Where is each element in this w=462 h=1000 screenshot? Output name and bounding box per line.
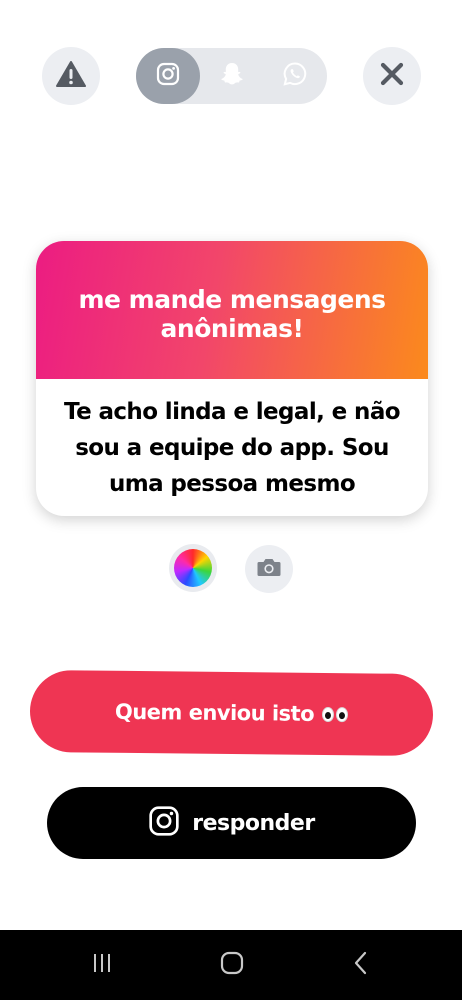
- who-sent-label: Quem enviou isto: [114, 699, 315, 726]
- message-card: me mande mensagens anônimas! Te acho lin…: [36, 241, 428, 516]
- home-icon: [219, 950, 245, 980]
- message-text: Te acho linda e legal, e não sou a equip…: [64, 398, 401, 497]
- platform-snapchat[interactable]: [200, 48, 263, 104]
- close-button[interactable]: [363, 47, 421, 105]
- color-picker-button[interactable]: [169, 544, 217, 592]
- home-button[interactable]: [212, 948, 252, 982]
- recent-apps-button[interactable]: [82, 948, 122, 982]
- instagram-icon: [148, 805, 180, 841]
- platform-whatsapp[interactable]: [263, 48, 327, 104]
- reply-button[interactable]: responder: [47, 787, 416, 859]
- report-button[interactable]: [42, 47, 100, 105]
- camera-icon: [256, 556, 282, 582]
- reply-label: responder: [192, 810, 315, 836]
- card-body: Te acho linda e legal, e não sou a equip…: [36, 379, 428, 516]
- color-wheel-icon: [174, 549, 212, 587]
- who-sent-button[interactable]: Quem enviou isto: [29, 669, 434, 757]
- recent-apps-icon: [90, 951, 114, 979]
- card-header: me mande mensagens anônimas!: [36, 241, 428, 379]
- whatsapp-icon: [282, 61, 308, 91]
- back-icon: [350, 950, 374, 980]
- back-button[interactable]: [342, 948, 382, 982]
- warning-icon: [56, 60, 86, 92]
- card-title: me mande mensagens anônimas!: [78, 285, 386, 343]
- camera-button[interactable]: [245, 545, 293, 593]
- platform-switch: [136, 48, 327, 104]
- eyes-emoji: [320, 706, 349, 722]
- platform-instagram[interactable]: [136, 48, 200, 104]
- system-nav-bar: [0, 930, 462, 1000]
- close-icon: [379, 61, 405, 91]
- instagram-icon: [156, 62, 180, 90]
- snapchat-icon: [219, 61, 245, 91]
